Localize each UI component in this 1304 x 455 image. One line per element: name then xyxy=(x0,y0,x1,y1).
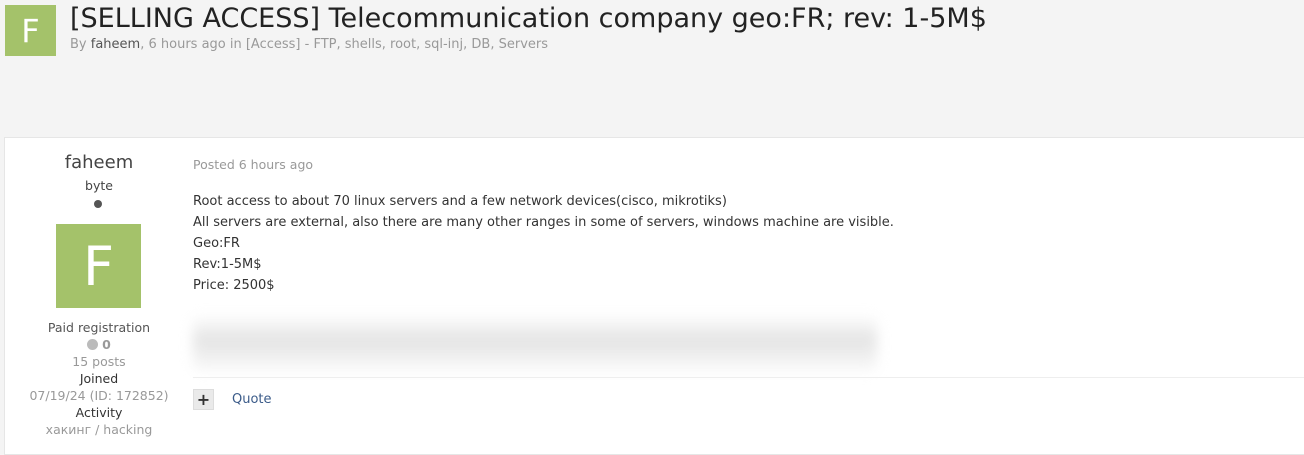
post-author-rank: byte xyxy=(85,178,113,193)
topic-title: [SELLING ACCESS] Telecommunication compa… xyxy=(70,3,987,34)
post-author-column: faheem byte F Paid registration 0 15 pos… xyxy=(5,138,193,454)
topic-byline: By faheem, 6 hours ago in [Access] - FTP… xyxy=(70,37,548,52)
online-status-dot xyxy=(94,200,102,208)
post-timestamp: Posted 6 hours ago xyxy=(193,157,314,172)
plus-button[interactable]: + xyxy=(193,389,214,410)
post-body-line: Rev:1-5M$ xyxy=(193,257,262,272)
topic-author-avatar[interactable]: F xyxy=(5,5,56,56)
post-body: Root access to about 70 linux servers an… xyxy=(193,191,894,296)
post-body-line: Price: 2500$ xyxy=(193,278,275,293)
reputation-icon xyxy=(87,339,99,350)
byline-prefix: By xyxy=(70,37,87,52)
post-author-post-count: 15 posts xyxy=(72,354,126,369)
reputation-value: 0 xyxy=(102,337,111,352)
quote-link[interactable]: Quote xyxy=(232,392,272,407)
post-content: Posted 6 hours ago Root access to about … xyxy=(193,138,1304,454)
activity-value: хакинг / hacking xyxy=(45,422,153,437)
post-author-group: Paid registration xyxy=(47,320,151,335)
activity-label: Activity xyxy=(75,405,123,420)
post-author-avatar[interactable]: F xyxy=(56,224,141,308)
post-body-line: All servers are external, also there are… xyxy=(193,215,894,230)
topic-header: F [SELLING ACCESS] Telecommunication com… xyxy=(0,0,1304,136)
post-body-line: Root access to about 70 linux servers an… xyxy=(193,194,727,209)
post-author-name[interactable]: faheem xyxy=(5,152,193,173)
post-card: faheem byte F Paid registration 0 15 pos… xyxy=(4,137,1304,455)
joined-label: Joined xyxy=(79,371,119,386)
byline-meta: , 6 hours ago in [Access] - FTP, shells,… xyxy=(140,37,549,52)
byline-author-link[interactable]: faheem xyxy=(91,37,140,52)
blurred-hidden-content xyxy=(193,314,877,372)
post-actions-divider xyxy=(193,377,1304,378)
post-body-line: Geo:FR xyxy=(193,236,240,251)
reputation-badge: 0 xyxy=(5,337,193,352)
joined-value: 07/19/24 (ID: 172852) xyxy=(29,388,169,403)
